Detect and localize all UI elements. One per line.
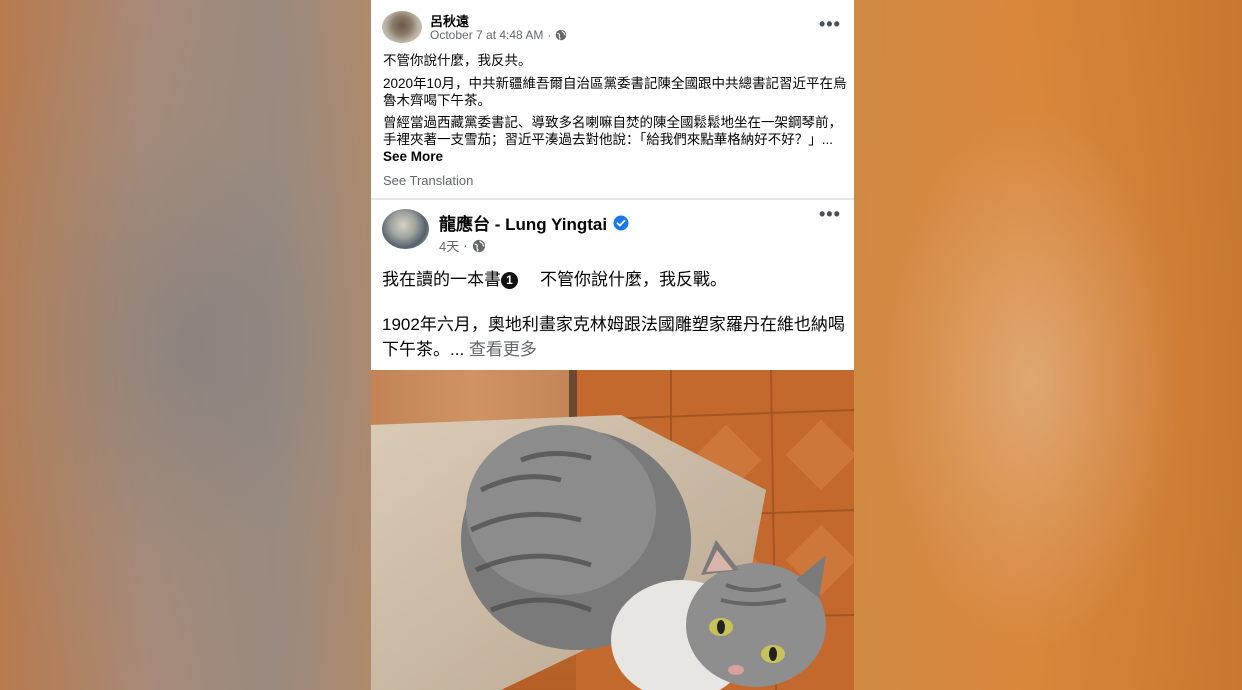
avatar[interactable] — [382, 209, 429, 249]
more-options-icon[interactable]: ••• — [819, 15, 841, 33]
number-badge: 1 — [501, 272, 518, 289]
meta-separator: · — [547, 28, 552, 42]
post-text-paragraph: 不管你說什麼，我反共。 — [383, 53, 532, 68]
verified-badge-icon — [613, 215, 629, 230]
see-more-link[interactable]: See More — [383, 149, 443, 164]
post-text-truncated: 曾經當過西藏黨委書記、導致多名喇嘛自焚的陳全國鬆鬆地坐在一架鋼琴前，手裡夾著一支… — [383, 115, 842, 147]
post-timestamp[interactable]: October 7 at 4:48 AM — [430, 28, 543, 42]
post-text: 不管你說什麼，我反戰。 — [540, 270, 727, 289]
post-text-paragraph: 1902年六月，奧地利畫家克林姆跟法國雕塑家羅丹在維也納喝下午茶。... 查看更… — [382, 312, 847, 362]
post-text-paragraph: 2020年10月，中共新疆維吾爾自治區黨委書記陳全國跟中共總書記習近平在烏魯木齊… — [383, 76, 847, 108]
avatar[interactable] — [382, 11, 422, 43]
post-author-name[interactable]: 龍應台 - Lung Yingtai — [439, 210, 607, 235]
feed-screenshot: 呂秋遠 October 7 at 4:48 AM · ••• 不管你說什麼，我反… — [371, 0, 854, 690]
post-author-header: 龍應台 - Lung Yingtai — [439, 210, 629, 235]
post-card-2: 龍應台 - Lung Yingtai 4天 · ••• 我在讀的一本書 1 不管你說… — [371, 200, 854, 370]
more-options-icon[interactable]: ••• — [819, 205, 841, 223]
post-text: 我在讀的一本書 — [382, 270, 501, 289]
post-meta: October 7 at 4:48 AM · — [430, 28, 567, 42]
cat-photo-illustration — [371, 370, 854, 690]
post-timestamp[interactable]: 4天 — [439, 236, 459, 255]
background-blur-right — [860, 0, 1242, 690]
background-blur-left — [0, 0, 400, 690]
post-text-paragraph: 我在讀的一本書 1 不管你說什麼，我反戰。 — [382, 267, 847, 292]
globe-icon — [556, 29, 567, 41]
meta-separator: · — [463, 238, 468, 253]
post-card-1: 呂秋遠 October 7 at 4:48 AM · ••• 不管你說什麼，我反… — [371, 0, 854, 198]
post-meta: 4天 · — [439, 236, 486, 255]
post-photo[interactable] — [371, 370, 854, 690]
globe-icon — [472, 239, 485, 252]
see-translation-link[interactable]: See Translation — [383, 173, 473, 188]
see-more-link[interactable]: 查看更多 — [469, 340, 537, 359]
post-text-paragraph: 曾經當過西藏黨委書記、導致多名喇嘛自焚的陳全國鬆鬆地坐在一架鋼琴前，手裡夾著一支… — [383, 114, 848, 165]
post-text-truncated: 1902年六月，奧地利畫家克林姆跟法國雕塑家羅丹在維也納喝下午茶。... — [382, 315, 845, 359]
